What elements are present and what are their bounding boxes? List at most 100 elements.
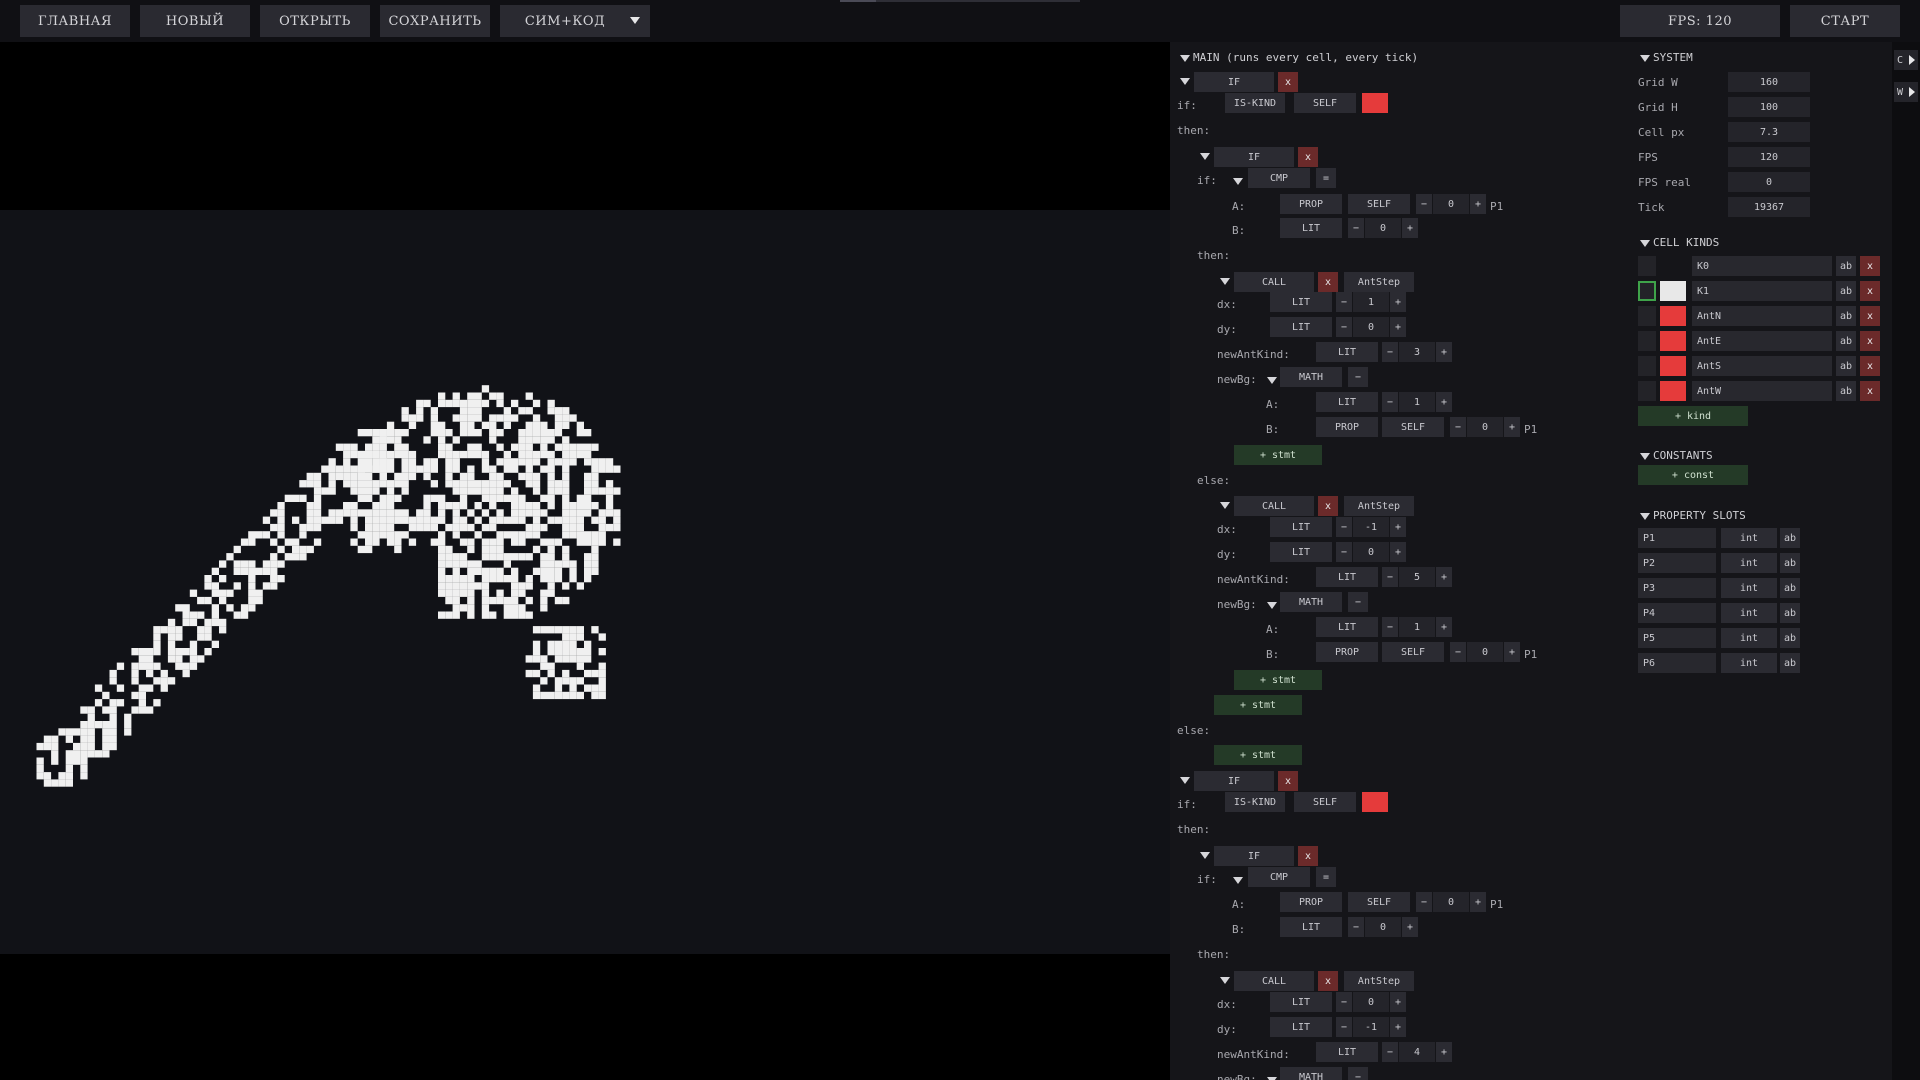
self-ref[interactable]: SELF bbox=[1348, 194, 1410, 214]
rename-button[interactable]: ab bbox=[1780, 578, 1800, 598]
kind-name-field[interactable]: AntE bbox=[1692, 331, 1832, 351]
kind-select-box[interactable] bbox=[1638, 256, 1656, 276]
increment-button[interactable]: + bbox=[1436, 617, 1452, 637]
prop-op[interactable]: PROP bbox=[1316, 417, 1378, 437]
kind-color-swatch[interactable] bbox=[1362, 93, 1388, 113]
kind-select-box[interactable] bbox=[1638, 281, 1656, 301]
kind-color-swatch[interactable] bbox=[1660, 356, 1686, 376]
decrement-button[interactable]: − bbox=[1416, 892, 1432, 912]
prop-op[interactable]: PROP bbox=[1316, 642, 1378, 662]
delete-kind-button[interactable]: x bbox=[1860, 331, 1880, 351]
collapse-icon[interactable] bbox=[1267, 602, 1277, 609]
lit-op[interactable]: LIT bbox=[1270, 317, 1332, 337]
decrement-button[interactable]: − bbox=[1450, 417, 1466, 437]
lit-op[interactable]: LIT bbox=[1280, 218, 1342, 238]
is-kind-op[interactable]: IS-KIND bbox=[1225, 93, 1285, 113]
collapse-icon[interactable] bbox=[1267, 377, 1277, 384]
increment-button[interactable]: + bbox=[1390, 542, 1406, 562]
operator-minus[interactable]: − bbox=[1348, 367, 1368, 387]
save-button[interactable]: СОХРАНИТЬ bbox=[380, 5, 490, 37]
slot-type-select[interactable]: int bbox=[1721, 603, 1777, 623]
collapse-icon[interactable] bbox=[1640, 240, 1650, 247]
increment-button[interactable]: + bbox=[1504, 417, 1520, 437]
math-op[interactable]: MATH bbox=[1280, 1067, 1342, 1080]
kind-select-box[interactable] bbox=[1638, 306, 1656, 326]
slot-type-select[interactable]: int bbox=[1721, 653, 1777, 673]
value-field[interactable]: 0 bbox=[1353, 542, 1389, 562]
increment-button[interactable]: + bbox=[1390, 1017, 1406, 1037]
collapse-icon[interactable] bbox=[1200, 852, 1210, 859]
slot-name-field[interactable]: P3 bbox=[1638, 578, 1716, 598]
lit-op[interactable]: LIT bbox=[1316, 392, 1378, 412]
is-kind-op[interactable]: IS-KIND bbox=[1225, 792, 1285, 812]
kind-name-field[interactable]: K1 bbox=[1692, 281, 1832, 301]
code-editor[interactable]: MAIN (runs every cell, every tick) IF x … bbox=[1170, 42, 1630, 1080]
delete-button[interactable]: x bbox=[1278, 72, 1298, 92]
slot-name-field[interactable]: P4 bbox=[1638, 603, 1716, 623]
operator-minus[interactable]: − bbox=[1348, 1067, 1368, 1080]
call-block[interactable]: CALL bbox=[1234, 272, 1314, 292]
collapse-icon[interactable] bbox=[1200, 153, 1210, 160]
collapse-icon[interactable] bbox=[1640, 453, 1650, 460]
kind-color-swatch[interactable] bbox=[1660, 331, 1686, 351]
increment-button[interactable]: + bbox=[1402, 917, 1418, 937]
operator-minus[interactable]: − bbox=[1348, 592, 1368, 612]
kind-name-field[interactable]: K0 bbox=[1692, 256, 1832, 276]
delete-button[interactable]: x bbox=[1318, 971, 1338, 991]
kind-select-box[interactable] bbox=[1638, 331, 1656, 351]
edge-button-w[interactable]: W bbox=[1894, 82, 1918, 102]
system-row-value[interactable]: 120 bbox=[1728, 147, 1810, 167]
lit-op[interactable]: LIT bbox=[1316, 1042, 1378, 1062]
value-field[interactable]: -1 bbox=[1353, 1017, 1389, 1037]
system-row-value[interactable]: 0 bbox=[1728, 172, 1810, 192]
collapse-icon[interactable] bbox=[1220, 977, 1230, 984]
slot-name-field[interactable]: P6 bbox=[1638, 653, 1716, 673]
call-block[interactable]: CALL bbox=[1234, 496, 1314, 516]
rename-button[interactable]: ab bbox=[1836, 356, 1856, 376]
prop-op[interactable]: PROP bbox=[1280, 892, 1342, 912]
slot-name-field[interactable]: P1 bbox=[1638, 528, 1716, 548]
slot-name-field[interactable]: P2 bbox=[1638, 553, 1716, 573]
self-ref[interactable]: SELF bbox=[1294, 93, 1356, 113]
decrement-button[interactable]: − bbox=[1336, 1017, 1352, 1037]
increment-button[interactable]: + bbox=[1436, 1042, 1452, 1062]
self-ref[interactable]: SELF bbox=[1382, 417, 1444, 437]
decrement-button[interactable]: − bbox=[1416, 194, 1432, 214]
collapse-icon[interactable] bbox=[1180, 777, 1190, 784]
rename-button[interactable]: ab bbox=[1836, 331, 1856, 351]
add-stmt-button[interactable]: + stmt bbox=[1214, 695, 1302, 715]
kind-name-field[interactable]: AntN bbox=[1692, 306, 1832, 326]
decrement-button[interactable]: − bbox=[1336, 317, 1352, 337]
increment-button[interactable]: + bbox=[1390, 992, 1406, 1012]
slot-type-select[interactable]: int bbox=[1721, 528, 1777, 548]
increment-button[interactable]: + bbox=[1436, 342, 1452, 362]
rename-button[interactable]: ab bbox=[1780, 553, 1800, 573]
value-field[interactable]: 0 bbox=[1353, 317, 1389, 337]
value-field[interactable]: 0 bbox=[1467, 642, 1503, 662]
decrement-button[interactable]: − bbox=[1348, 218, 1364, 238]
increment-button[interactable]: + bbox=[1470, 194, 1486, 214]
collapse-icon[interactable] bbox=[1220, 278, 1230, 285]
decrement-button[interactable]: − bbox=[1336, 292, 1352, 312]
increment-button[interactable]: + bbox=[1436, 392, 1452, 412]
decrement-button[interactable]: − bbox=[1382, 342, 1398, 362]
lit-op[interactable]: LIT bbox=[1316, 342, 1378, 362]
value-field[interactable]: 4 bbox=[1399, 1042, 1435, 1062]
call-block[interactable]: CALL bbox=[1234, 971, 1314, 991]
function-name[interactable]: AntStep bbox=[1344, 496, 1414, 516]
collapse-icon[interactable] bbox=[1220, 502, 1230, 509]
delete-button[interactable]: x bbox=[1298, 147, 1318, 167]
decrement-button[interactable]: − bbox=[1336, 542, 1352, 562]
system-row-value[interactable]: 100 bbox=[1728, 97, 1810, 117]
lit-op[interactable]: LIT bbox=[1280, 917, 1342, 937]
self-ref[interactable]: SELF bbox=[1348, 892, 1410, 912]
simulation-viewport[interactable] bbox=[0, 42, 1170, 1080]
start-button[interactable]: СТАРТ bbox=[1790, 5, 1900, 37]
increment-button[interactable]: + bbox=[1470, 892, 1486, 912]
lit-op[interactable]: LIT bbox=[1270, 517, 1332, 537]
kind-select-box[interactable] bbox=[1638, 381, 1656, 401]
value-field[interactable]: 1 bbox=[1399, 617, 1435, 637]
edge-button-c[interactable]: C bbox=[1894, 50, 1918, 70]
value-field[interactable]: 5 bbox=[1399, 567, 1435, 587]
system-row-value[interactable]: 160 bbox=[1728, 72, 1810, 92]
